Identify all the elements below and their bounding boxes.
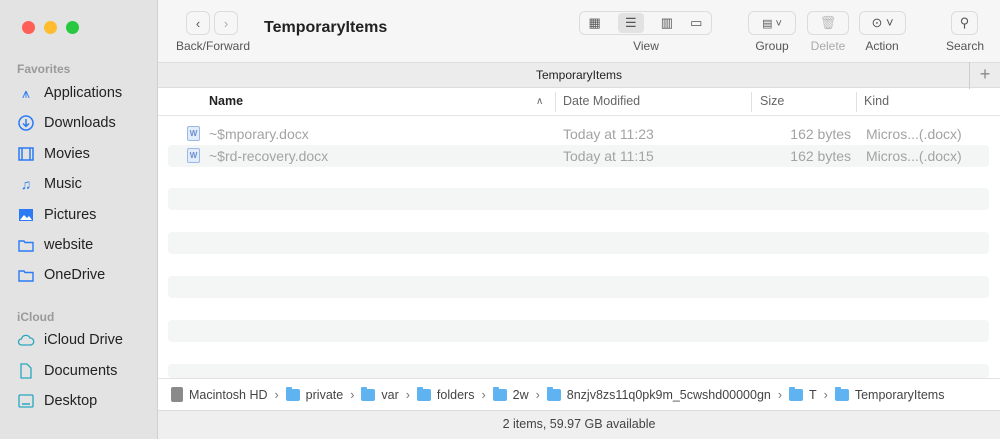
close-button[interactable]: [22, 21, 35, 34]
nav-label: Back/Forward: [175, 39, 251, 53]
action-label: Action: [865, 39, 899, 53]
search-button[interactable]: ⚲: [951, 11, 978, 35]
file-row[interactable]: W ~$mporary.docx Today at 11:23 162 byte…: [168, 123, 989, 145]
folder-icon: [834, 386, 849, 401]
folder-icon: [361, 386, 376, 401]
search-label: Search: [945, 39, 985, 53]
sidebar-item-desktop[interactable]: Desktop: [17, 389, 152, 413]
sidebar-item-documents[interactable]: Documents: [17, 359, 152, 383]
empty-row-stripe: [168, 276, 989, 298]
document-icon: [17, 362, 35, 380]
folder-icon: [789, 386, 804, 401]
path-item-hash[interactable]: 8nzjv8zs11q0pk9m_5cwshd00000gn: [546, 386, 771, 402]
file-row[interactable]: W ~$rd-recovery.docx Today at 11:15 162 …: [168, 145, 989, 167]
column-view-icon[interactable]: ▥: [661, 15, 673, 31]
path-item-temporaryitems[interactable]: TemporaryItems: [834, 386, 944, 402]
path-item-2w[interactable]: 2w: [492, 386, 529, 402]
delete-button[interactable]: 🗑: [807, 11, 849, 35]
column-name[interactable]: Name: [209, 94, 243, 108]
back-button[interactable]: ‹: [186, 11, 210, 35]
search-icon: ⚲: [959, 15, 970, 30]
desktop-icon: [17, 392, 35, 410]
pictures-icon: [17, 206, 35, 224]
sidebar-item-website[interactable]: website: [17, 233, 152, 257]
action-button[interactable]: ⊙ ˅: [859, 11, 906, 35]
path-item-folders[interactable]: folders: [416, 386, 474, 402]
sort-ascending-icon: ∧: [536, 96, 544, 107]
folder-icon: [285, 386, 300, 401]
sidebar-item-downloads[interactable]: Downloads: [17, 111, 152, 135]
folder-icon: [546, 386, 561, 401]
folder-icon: [492, 386, 507, 401]
view-switcher[interactable]: ▦ ☰ ▥ ▭: [579, 11, 712, 35]
group-label: Group: [755, 39, 789, 53]
empty-row-stripe: [168, 320, 989, 342]
empty-row-stripe: [168, 188, 989, 210]
toolbar: ‹ › Back/Forward TemporaryItems ▦ ☰ ▥ ▭ …: [158, 0, 1000, 62]
zoom-button[interactable]: [66, 21, 79, 34]
word-document-icon: W: [187, 148, 200, 163]
sidebar-item-icloud-drive[interactable]: iCloud Drive: [17, 328, 152, 352]
chevron-left-icon: ‹: [195, 15, 201, 31]
gallery-view-icon[interactable]: ▭: [690, 15, 702, 31]
word-document-icon: W: [187, 126, 200, 141]
path-item-private[interactable]: private: [285, 386, 343, 402]
path-item-var[interactable]: var: [361, 386, 399, 402]
cloud-icon: [17, 331, 35, 349]
column-header: Name ∧ Date Modified Size Kind: [158, 88, 1000, 116]
empty-row-stripe: [168, 232, 989, 254]
delete-label: Delete: [810, 39, 846, 53]
column-size[interactable]: Size: [760, 94, 784, 108]
icloud-header: iCloud: [17, 310, 55, 324]
group-button[interactable]: ▤ ˅: [748, 11, 796, 35]
status-bar: 2 items, 59.97 GB available: [158, 410, 1000, 439]
folder-icon: [17, 266, 35, 284]
minimize-button[interactable]: [44, 21, 57, 34]
sidebar: Favorites ⩚ Applications Downloads Movies…: [0, 0, 158, 439]
path-bar: Macintosh HD › private › var › folders › 2w ›…: [158, 378, 1000, 410]
sidebar-item-onedrive[interactable]: OneDrive: [17, 263, 152, 287]
window-title: TemporaryItems: [264, 19, 388, 36]
applications-icon: ⩚: [22, 84, 30, 101]
hard-drive-icon: [171, 387, 183, 402]
group-icon: ▤ ˅: [762, 17, 782, 30]
icon-view-icon[interactable]: ▦: [589, 15, 601, 31]
list-view-icon[interactable]: ☰: [617, 13, 644, 33]
sidebar-item-applications[interactable]: ⩚ Applications: [17, 81, 152, 105]
trash-icon: 🗑: [819, 15, 837, 30]
folder-icon: [416, 386, 431, 401]
movies-icon: [17, 145, 35, 163]
tab-temporaryitems[interactable]: TemporaryItems: [536, 68, 622, 82]
empty-row-stripe: [168, 364, 989, 378]
view-label: View: [633, 39, 659, 53]
ellipsis-icon: ⊙ ˅: [871, 15, 894, 30]
tab-bar: TemporaryItems +: [158, 62, 1000, 89]
forward-button[interactable]: ›: [214, 11, 238, 35]
music-icon: ♫: [20, 176, 32, 192]
sidebar-item-pictures[interactable]: Pictures: [17, 203, 152, 227]
path-item-t[interactable]: T: [789, 386, 817, 402]
plus-icon: +: [979, 64, 991, 84]
new-tab-button[interactable]: +: [969, 62, 1000, 89]
chevron-right-icon: ›: [223, 15, 229, 31]
downloads-icon: [17, 114, 35, 132]
column-date-modified[interactable]: Date Modified: [563, 94, 640, 108]
folder-icon: [17, 236, 35, 254]
favorites-header: Favorites: [17, 62, 71, 76]
column-kind[interactable]: Kind: [864, 94, 889, 108]
sidebar-item-music[interactable]: ♫ Music: [17, 172, 152, 196]
sidebar-item-movies[interactable]: Movies: [17, 142, 152, 166]
path-item-macintosh-hd[interactable]: Macintosh HD: [171, 387, 268, 402]
